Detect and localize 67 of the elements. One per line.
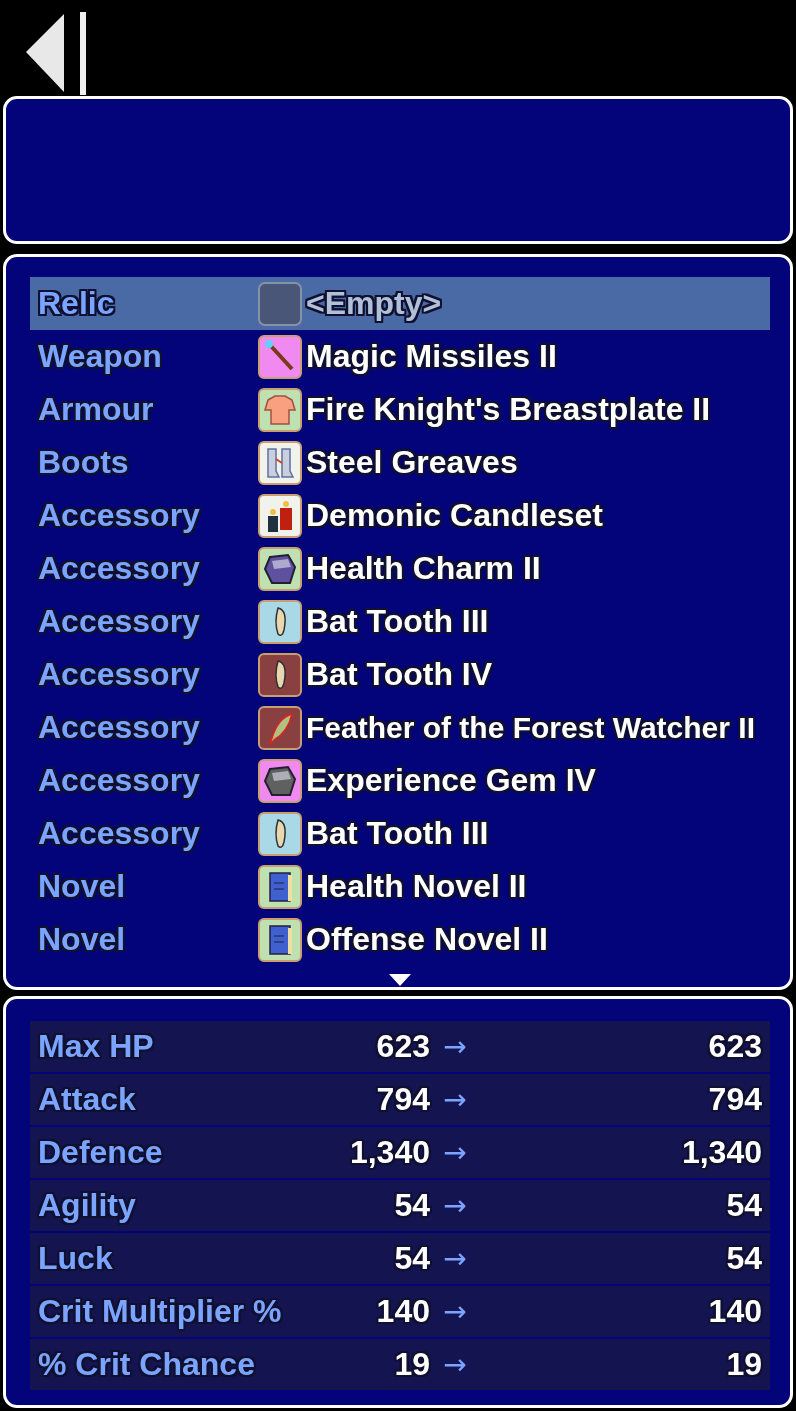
slot-label: Accessory [38, 497, 201, 534]
item-name: Feather of the Forest Watcher II [306, 710, 756, 745]
slot-label: Armour [38, 391, 155, 428]
current-value: 623 [375, 1028, 430, 1065]
slot-label: Accessory [38, 815, 201, 852]
stat-label: Luck [38, 1240, 114, 1277]
arrow: → [442, 1348, 468, 1381]
stat-label: Agility [38, 1187, 137, 1224]
new-value: 54 [725, 1187, 762, 1224]
stat-label: Max HP [38, 1028, 155, 1065]
equipment-slot-row[interactable]: Weapon Magic Missiles II [30, 330, 770, 383]
slot-label: Accessory [38, 550, 201, 587]
item-name: Steel Greaves [306, 444, 519, 481]
slot-label: Relic [38, 285, 116, 322]
slot-label: Boots [38, 444, 130, 481]
arrow: → [442, 1083, 468, 1116]
item-name: Magic Missiles II [306, 338, 558, 375]
current-value: 140 [375, 1293, 430, 1330]
arrow: → [442, 1189, 468, 1222]
equipment-slot-row[interactable]: Accessory Demonic Candleset [30, 489, 770, 542]
equipment-slot-row[interactable]: Armour Fire Knight's Breastplate II [30, 383, 770, 436]
arrow: → [442, 1242, 468, 1275]
equipment-slot-row[interactable]: Novel Offense Novel II [30, 913, 770, 966]
slot-label: Novel [38, 921, 127, 958]
item-name: Offense Novel II [306, 921, 549, 958]
equipment-slot-row[interactable]: Accessory Feather of the Forest Watcher II [30, 701, 770, 754]
scroll-down-icon[interactable] [389, 974, 411, 986]
item-name: Bat Tooth IV [306, 656, 494, 693]
slot-label: Weapon [38, 338, 163, 375]
equipment-slot-row[interactable]: Accessory Health Charm II [30, 542, 770, 595]
current-value: 54 [393, 1240, 430, 1277]
new-value: 1,340 [680, 1134, 762, 1171]
slot-label: Accessory [38, 709, 201, 746]
slot-label: Accessory [38, 656, 201, 693]
slot-label: Novel [38, 868, 127, 905]
new-value: 54 [725, 1240, 762, 1277]
stat-label: Attack [38, 1081, 137, 1118]
new-value: 794 [707, 1081, 762, 1118]
stat-label: % Crit Chance [38, 1346, 256, 1383]
item-name: <Empty> [306, 285, 443, 322]
equipment-slot-row[interactable]: Accessory Bat Tooth III [30, 807, 770, 860]
equipment-slot-row[interactable]: Accessory Bat Tooth III [30, 595, 770, 648]
arrow: → [442, 1030, 468, 1063]
slot-label: Accessory [38, 603, 201, 640]
arrow: → [442, 1295, 468, 1328]
item-name: Health Charm II [306, 550, 542, 587]
new-value: 623 [707, 1028, 762, 1065]
item-name: Fire Knight's Breastplate II [306, 391, 712, 428]
current-value: 794 [375, 1081, 430, 1118]
current-value: 19 [393, 1346, 430, 1383]
slot-label: Accessory [38, 762, 201, 799]
arrow: → [442, 1136, 468, 1169]
equipment-slot-row[interactable]: Novel Health Novel II [30, 860, 770, 913]
new-value: 19 [725, 1346, 762, 1383]
item-name: Experience Gem IV [306, 762, 597, 799]
item-name: Bat Tooth III [306, 603, 490, 640]
current-value: 54 [393, 1187, 430, 1224]
item-name: Demonic Candleset [306, 497, 604, 534]
stat-label: Crit Multiplier % [38, 1293, 283, 1330]
new-value: 140 [707, 1293, 762, 1330]
current-value: 1,340 [348, 1134, 430, 1171]
stat-label: Defence [38, 1134, 164, 1171]
equipment-slot-row[interactable]: Accessory Experience Gem IV [30, 754, 770, 807]
equipment-slot-row[interactable]: Accessory Bat Tooth IV [30, 648, 770, 701]
equipment-slot-row[interactable]: Boots Steel Greaves [30, 436, 770, 489]
item-name: Bat Tooth III [306, 815, 490, 852]
item-name: Health Novel II [306, 868, 528, 905]
